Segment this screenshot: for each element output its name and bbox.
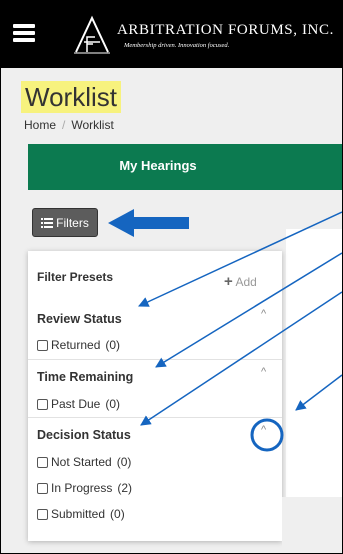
checkbox-box[interactable] — [37, 508, 48, 520]
divider — [28, 417, 282, 418]
arbitration-forums-logo — [74, 15, 110, 54]
plus-icon: + — [224, 273, 233, 290]
section-time-remaining-title: Time Remaining — [37, 370, 134, 384]
breadcrumb-current: Worklist — [71, 118, 114, 132]
brand-tagline: Membership driven. Innovation focused. — [124, 42, 230, 49]
checkbox-in-progress[interactable]: In Progress (2) — [37, 481, 132, 495]
annotation-block-arrow — [108, 209, 189, 237]
section-review-status-title: Review Status — [37, 312, 122, 326]
checkbox-submitted[interactable]: Submitted (0) — [37, 507, 125, 521]
checkbox-box[interactable] — [37, 339, 48, 351]
add-preset-label: Add — [235, 275, 257, 289]
filter-presets-label: Filter Presets — [37, 270, 114, 284]
chevron-up-icon[interactable]: ^ — [261, 309, 266, 320]
breadcrumb-separator: / — [62, 118, 66, 132]
hamburger-menu-icon[interactable] — [13, 24, 35, 42]
list-icon — [41, 217, 54, 228]
checkbox-box[interactable] — [37, 398, 48, 410]
chevron-up-icon[interactable]: ^ — [261, 425, 266, 436]
checkbox-box[interactable] — [37, 456, 48, 468]
bottom-gray-area — [282, 497, 342, 553]
option-label: Past Due — [51, 397, 101, 411]
option-count: (0) — [116, 455, 132, 469]
tab-my-hearings[interactable]: My Hearings — [28, 144, 342, 190]
option-label: In Progress — [51, 481, 113, 495]
chevron-up-icon[interactable]: ^ — [261, 367, 266, 378]
content-area — [286, 229, 342, 497]
filters-button-label: Filters — [56, 215, 89, 230]
divider — [28, 359, 282, 360]
app-frame: ARBITRATION FORUMS, INC. Membership driv… — [0, 0, 343, 554]
option-label: Returned — [51, 338, 101, 352]
option-count: (0) — [105, 338, 121, 352]
option-label: Submitted — [51, 507, 106, 521]
top-bar: ARBITRATION FORUMS, INC. Membership driv… — [1, 1, 342, 68]
filter-panel: Filter Presets + Add Review Status ^ Ret… — [28, 251, 282, 541]
page-title: Worklist — [21, 81, 121, 113]
checkbox-past-due[interactable]: Past Due (0) — [37, 397, 120, 411]
breadcrumb-home-link[interactable]: Home — [24, 118, 56, 132]
option-count: (2) — [117, 481, 133, 495]
section-decision-status-title: Decision Status — [37, 428, 131, 442]
checkbox-box[interactable] — [37, 482, 48, 494]
checkbox-returned[interactable]: Returned (0) — [37, 338, 120, 352]
filters-button[interactable]: Filters — [32, 208, 98, 237]
option-label: Not Started — [51, 455, 112, 469]
breadcrumb: Home / Worklist — [24, 118, 114, 132]
brand-name: ARBITRATION FORUMS, INC. — [117, 22, 334, 38]
option-count: (0) — [110, 507, 125, 521]
add-preset-button[interactable]: + Add — [224, 273, 257, 290]
option-count: (0) — [105, 397, 121, 411]
checkbox-not-started[interactable]: Not Started (0) — [37, 455, 131, 469]
tab-my-hearings-label: My Hearings — [119, 158, 197, 173]
